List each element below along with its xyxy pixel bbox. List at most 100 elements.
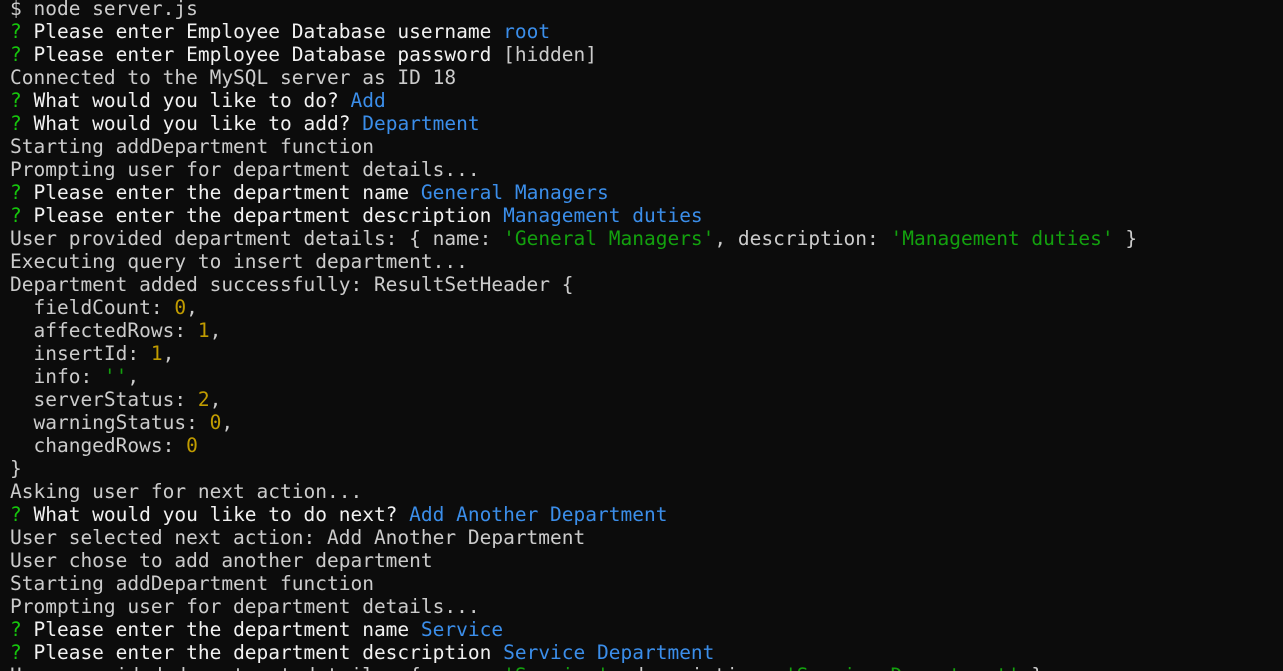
prompt-marker: ? <box>10 89 34 112</box>
terminal-line: Prompting user for department details... <box>10 595 1283 618</box>
output-text: insertId: <box>10 342 151 365</box>
output-text: Prompting user for department details... <box>10 158 480 181</box>
output-text: User selected next action: Add Another D… <box>10 526 586 549</box>
terminal-line: Starting addDepartment function <box>10 572 1283 595</box>
terminal-line: serverStatus: 2, <box>10 388 1283 411</box>
number-value: 0 <box>186 434 198 457</box>
terminal-line: Prompting user for department details... <box>10 158 1283 181</box>
output-text: User provided department details: { name… <box>10 227 504 250</box>
output-text: , <box>209 319 222 342</box>
terminal-line: ? What would you like to do next? Add An… <box>10 503 1283 526</box>
output-text: changedRows: <box>10 434 187 457</box>
prompt-answer: Department <box>362 112 480 135</box>
prompt-question: What would you like to add? <box>33 112 363 135</box>
terminal-line: warningStatus: 0, <box>10 411 1283 434</box>
output-text: fieldCount: <box>10 296 175 319</box>
prompt-question: Please enter the department name <box>33 618 421 641</box>
terminal-line: affectedRows: 1, <box>10 319 1283 342</box>
output-text: Asking user for next action... <box>10 480 363 503</box>
output-text: serverStatus: <box>10 388 198 411</box>
terminal-line: fieldCount: 0, <box>10 296 1283 319</box>
output-text: warningStatus: <box>10 411 210 434</box>
prompt-answer: General Managers <box>420 181 609 204</box>
prompt-answer: Management duties <box>503 204 703 227</box>
output-text: [hidden] <box>503 43 598 66</box>
number-value: 2 <box>197 388 210 411</box>
terminal-line: ? What would you like to do? Add <box>10 89 1283 112</box>
prompt-marker: ? <box>10 112 34 135</box>
prompt-marker: ? <box>10 181 34 204</box>
terminal-output[interactable]: $ node server.js? Please enter Employee … <box>0 0 1283 671</box>
output-text: Starting addDepartment function <box>10 572 374 595</box>
output-text: , <box>209 388 222 411</box>
number-value: 0 <box>209 411 222 434</box>
terminal-line: Asking user for next action... <box>10 480 1283 503</box>
terminal-line: ? Please enter Employee Database usernam… <box>10 20 1283 43</box>
terminal-line: Starting addDepartment function <box>10 135 1283 158</box>
output-text: $ node server.js <box>10 0 198 20</box>
output-text: Department added successfully: ResultSet… <box>10 273 574 296</box>
prompt-question: Please enter the department description <box>33 641 504 664</box>
output-text: , description: <box>714 227 891 250</box>
string-value: 'Management duties' <box>890 227 1114 250</box>
output-text: , <box>162 342 175 365</box>
terminal-line: User chose to add another department <box>10 549 1283 572</box>
prompt-marker: ? <box>10 20 34 43</box>
output-text: User provided department details: { name… <box>10 664 503 671</box>
terminal-line: Connected to the MySQL server as ID 18 <box>10 66 1283 89</box>
prompt-question: What would you like to do next? <box>33 503 410 526</box>
output-text: affectedRows: <box>10 319 198 342</box>
terminal-line: User provided department details: { name… <box>10 664 1283 671</box>
terminal-line: ? Please enter the department descriptio… <box>10 641 1283 664</box>
terminal-line: ? Please enter the department name Servi… <box>10 618 1283 641</box>
prompt-question: Please enter the department description <box>33 204 504 227</box>
prompt-marker: ? <box>10 503 34 526</box>
terminal-line: Executing query to insert department... <box>10 250 1283 273</box>
string-value: '' <box>103 365 128 388</box>
prompt-answer: Service <box>420 618 504 641</box>
string-value: 'Service Department' <box>785 664 1020 671</box>
output-text: Executing query to insert department... <box>10 250 468 273</box>
prompt-question: What would you like to do? <box>33 89 351 112</box>
output-text: , <box>221 411 234 434</box>
prompt-marker: ? <box>10 618 34 641</box>
output-text: User chose to add another department <box>10 549 433 572</box>
terminal-line: User selected next action: Add Another D… <box>10 526 1283 549</box>
output-text: , <box>186 296 198 319</box>
output-text: Starting addDepartment function <box>10 135 374 158</box>
terminal-line: User provided department details: { name… <box>10 227 1283 250</box>
prompt-question: Please enter Employee Database username <box>33 20 504 43</box>
terminal-line: ? What would you like to add? Department <box>10 112 1283 135</box>
output-text: Connected to the MySQL server as ID 18 <box>10 66 457 89</box>
number-value: 1 <box>150 342 163 365</box>
terminal-line: ? Please enter Employee Database passwor… <box>10 43 1283 66</box>
prompt-question: Please enter the department name <box>33 181 421 204</box>
terminal-line: ? Please enter the department name Gener… <box>10 181 1283 204</box>
output-text: Prompting user for department details... <box>10 595 480 618</box>
prompt-marker: ? <box>10 204 34 227</box>
output-text: info: <box>10 365 104 388</box>
prompt-answer: root <box>503 20 551 43</box>
number-value: 1 <box>197 319 210 342</box>
output-text: , <box>127 365 140 388</box>
terminal-line: $ node server.js <box>10 0 1283 20</box>
terminal-line: insertId: 1, <box>10 342 1283 365</box>
prompt-question: Please enter Employee Database password <box>33 43 504 66</box>
number-value: 0 <box>174 296 187 319</box>
terminal-line: } <box>10 457 1283 480</box>
terminal-line: info: '', <box>10 365 1283 388</box>
output-text: } <box>1020 664 1043 671</box>
output-text: } <box>10 457 22 480</box>
string-value: 'Service' <box>503 664 609 671</box>
terminal-line: Department added successfully: ResultSet… <box>10 273 1283 296</box>
prompt-answer: Add Another Department <box>409 503 668 526</box>
prompt-answer: Service Department <box>503 641 715 664</box>
output-text: , description: <box>609 664 785 671</box>
prompt-marker: ? <box>10 641 34 664</box>
string-value: 'General Managers' <box>503 227 715 250</box>
terminal-line: changedRows: 0 <box>10 434 1283 457</box>
prompt-answer: Add <box>350 89 386 112</box>
prompt-marker: ? <box>10 43 34 66</box>
terminal-line: ? Please enter the department descriptio… <box>10 204 1283 227</box>
output-text: } <box>1113 227 1138 250</box>
